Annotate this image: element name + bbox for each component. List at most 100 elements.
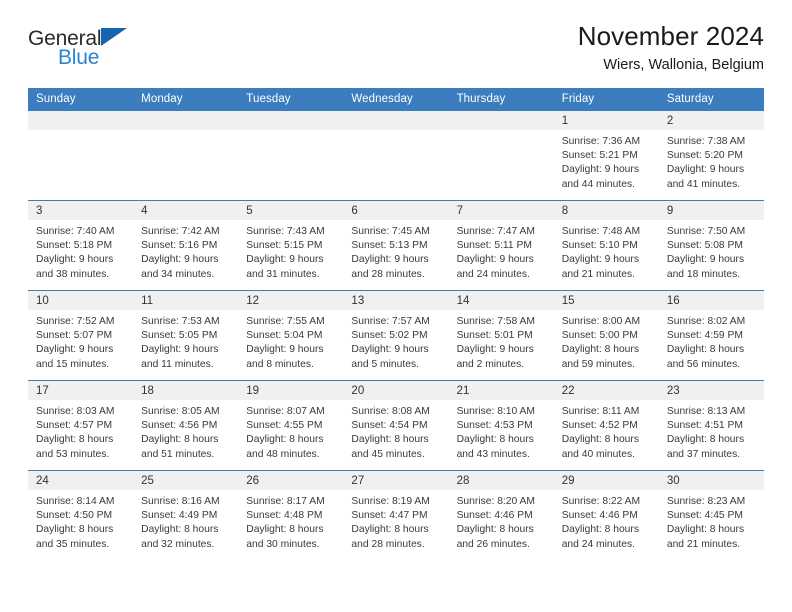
day-detail-sunset: Sunset: 4:52 PM xyxy=(561,420,638,432)
day-number: 15 xyxy=(553,291,659,310)
calendar-day-cell[interactable]: 22 Sunrise: 8:11 AM Sunset: 4:52 PM Dayligh… xyxy=(553,380,659,471)
day-detail-daylight-line2: and 32 minutes. xyxy=(141,538,215,550)
day-number xyxy=(28,111,134,130)
calendar-day-cell[interactable]: 21 Sunrise: 8:10 AM Sunset: 4:53 PM Dayligh… xyxy=(448,380,554,471)
calendar-day-cell[interactable]: 19 Sunrise: 8:07 AM Sunset: 4:55 PM Dayligh… xyxy=(238,380,344,471)
day-details: Sunrise: 8:11 AM Sunset: 4:52 PM Daylight:… xyxy=(554,400,659,462)
calendar-day-cell[interactable]: 7 Sunrise: 7:47 AM Sunset: 5:11 PM Daylight… xyxy=(448,200,554,291)
day-box: 15 Sunrise: 8:00 AM Sunset: 5:00 PM Dayligh… xyxy=(553,291,659,380)
day-detail-daylight-line2: and 56 minutes. xyxy=(666,358,741,370)
calendar-day-cell[interactable] xyxy=(343,111,449,201)
day-detail-sunrise: Sunrise: 7:40 AM xyxy=(36,226,115,237)
day-details xyxy=(238,130,343,135)
day-box: 1 Sunrise: 7:36 AM Sunset: 5:21 PM Daylight… xyxy=(553,111,659,200)
day-detail-sunrise: Sunrise: 8:11 AM xyxy=(561,406,640,417)
calendar-day-cell[interactable]: 25 Sunrise: 8:16 AM Sunset: 4:49 PM Dayligh… xyxy=(133,470,239,560)
day-detail-daylight-line2: and 38 minutes. xyxy=(36,268,110,280)
day-details: Sunrise: 7:38 AM Sunset: 5:20 PM Daylight:… xyxy=(659,130,764,192)
day-detail-daylight-line1: Daylight: 8 hours xyxy=(246,524,324,536)
calendar-day-cell[interactable]: 20 Sunrise: 8:08 AM Sunset: 4:54 PM Dayligh… xyxy=(343,380,449,471)
calendar-day-cell[interactable]: 11 Sunrise: 7:53 AM Sunset: 5:05 PM Dayligh… xyxy=(133,290,239,381)
day-detail-sunset: Sunset: 4:47 PM xyxy=(351,510,428,522)
calendar-day-cell[interactable]: 12 Sunrise: 7:55 AM Sunset: 5:04 PM Dayligh… xyxy=(238,290,344,381)
day-box: 6 Sunrise: 7:45 AM Sunset: 5:13 PM Daylight… xyxy=(343,201,449,290)
day-detail-sunrise: Sunrise: 8:19 AM xyxy=(351,496,430,507)
calendar-day-cell[interactable]: 2 Sunrise: 7:38 AM Sunset: 5:20 PM Daylight… xyxy=(658,111,764,201)
day-detail-sunrise: Sunrise: 7:38 AM xyxy=(666,136,746,147)
calendar-day-cell[interactable] xyxy=(238,111,344,201)
day-details: Sunrise: 7:42 AM Sunset: 5:16 PM Daylight:… xyxy=(133,220,238,282)
calendar-day-cell[interactable] xyxy=(28,111,134,201)
day-box: 17 Sunrise: 8:03 AM Sunset: 4:57 PM Dayligh… xyxy=(28,381,134,470)
day-number: 4 xyxy=(133,201,239,220)
calendar-day-cell[interactable]: 24 Sunrise: 8:14 AM Sunset: 4:50 PM Dayligh… xyxy=(28,470,134,560)
day-detail-daylight-line1: Daylight: 8 hours xyxy=(666,344,745,356)
weekday-header-sunday: Sunday xyxy=(28,88,134,111)
day-details: Sunrise: 7:47 AM Sunset: 5:11 PM Daylight:… xyxy=(449,220,554,282)
calendar-body: 1 Sunrise: 7:36 AM Sunset: 5:21 PM Daylight… xyxy=(28,111,764,560)
day-detail-sunset: Sunset: 4:57 PM xyxy=(36,420,113,432)
calendar-day-cell[interactable]: 29 Sunrise: 8:22 AM Sunset: 4:46 PM Dayligh… xyxy=(553,470,659,560)
day-detail-daylight-line2: and 24 minutes. xyxy=(456,268,530,280)
calendar-day-cell[interactable]: 3 Sunrise: 7:40 AM Sunset: 5:18 PM Daylight… xyxy=(28,200,134,291)
day-detail-sunrise: Sunrise: 8:23 AM xyxy=(666,496,746,507)
weekday-header-friday: Friday xyxy=(553,88,659,111)
day-detail-daylight-line1: Daylight: 9 hours xyxy=(561,164,639,176)
weekday-header-saturday: Saturday xyxy=(658,88,764,111)
calendar-day-cell[interactable]: 6 Sunrise: 7:45 AM Sunset: 5:13 PM Daylight… xyxy=(343,200,449,291)
day-detail-sunset: Sunset: 4:46 PM xyxy=(561,510,638,522)
day-box: 23 Sunrise: 8:13 AM Sunset: 4:51 PM Dayligh… xyxy=(658,381,764,470)
calendar-day-cell[interactable]: 30 Sunrise: 8:23 AM Sunset: 4:45 PM Dayligh… xyxy=(658,470,764,560)
calendar-day-cell[interactable]: 8 Sunrise: 7:48 AM Sunset: 5:10 PM Daylight… xyxy=(553,200,659,291)
day-detail-daylight-line2: and 44 minutes. xyxy=(561,178,635,190)
calendar-day-cell[interactable]: 1 Sunrise: 7:36 AM Sunset: 5:21 PM Daylight… xyxy=(553,111,659,201)
day-details: Sunrise: 8:19 AM Sunset: 4:47 PM Daylight:… xyxy=(343,490,448,552)
day-detail-sunset: Sunset: 4:51 PM xyxy=(666,420,743,432)
day-number: 14 xyxy=(448,291,554,310)
day-details: Sunrise: 8:07 AM Sunset: 4:55 PM Daylight:… xyxy=(238,400,343,462)
calendar-day-cell[interactable] xyxy=(133,111,239,201)
calendar-day-cell[interactable] xyxy=(448,111,554,201)
day-detail-sunrise: Sunrise: 8:20 AM xyxy=(456,496,535,507)
day-detail-sunrise: Sunrise: 7:42 AM xyxy=(141,226,220,237)
calendar-day-cell[interactable]: 26 Sunrise: 8:17 AM Sunset: 4:48 PM Dayligh… xyxy=(238,470,344,560)
calendar-day-cell[interactable]: 27 Sunrise: 8:19 AM Sunset: 4:47 PM Dayligh… xyxy=(343,470,449,560)
day-detail-daylight-line1: Daylight: 8 hours xyxy=(666,434,745,446)
weekday-header-tuesday: Tuesday xyxy=(238,88,344,111)
day-detail-daylight-line1: Daylight: 9 hours xyxy=(141,344,219,356)
day-detail-daylight-line2: and 31 minutes. xyxy=(246,268,320,280)
calendar-day-cell[interactable]: 13 Sunrise: 7:57 AM Sunset: 5:02 PM Dayligh… xyxy=(343,290,449,381)
day-detail-daylight-line2: and 41 minutes. xyxy=(666,178,741,190)
day-box: 21 Sunrise: 8:10 AM Sunset: 4:53 PM Dayligh… xyxy=(448,381,554,470)
day-detail-sunrise: Sunrise: 7:50 AM xyxy=(666,226,746,237)
calendar-day-cell[interactable]: 28 Sunrise: 8:20 AM Sunset: 4:46 PM Dayligh… xyxy=(448,470,554,560)
weekday-header-monday: Monday xyxy=(133,88,239,111)
calendar-day-cell[interactable]: 16 Sunrise: 8:02 AM Sunset: 4:59 PM Dayligh… xyxy=(658,290,764,381)
day-number xyxy=(133,111,239,130)
day-number: 6 xyxy=(343,201,449,220)
calendar-day-cell[interactable]: 4 Sunrise: 7:42 AM Sunset: 5:16 PM Daylight… xyxy=(133,200,239,291)
day-detail-sunset: Sunset: 5:02 PM xyxy=(351,330,428,342)
calendar-day-cell[interactable]: 17 Sunrise: 8:03 AM Sunset: 4:57 PM Dayligh… xyxy=(28,380,134,471)
calendar-day-cell[interactable]: 23 Sunrise: 8:13 AM Sunset: 4:51 PM Dayligh… xyxy=(658,380,764,471)
day-detail-daylight-line2: and 24 minutes. xyxy=(561,538,635,550)
calendar-day-cell[interactable]: 10 Sunrise: 7:52 AM Sunset: 5:07 PM Dayligh… xyxy=(28,290,134,381)
calendar-day-cell[interactable]: 15 Sunrise: 8:00 AM Sunset: 5:00 PM Dayligh… xyxy=(553,290,659,381)
day-detail-daylight-line2: and 21 minutes. xyxy=(561,268,635,280)
day-number: 29 xyxy=(553,471,659,490)
weekday-header-wednesday: Wednesday xyxy=(343,88,449,111)
day-details xyxy=(28,130,133,135)
title-block: November 2024 Wiers, Wallonia, Belgium xyxy=(578,21,764,74)
day-details: Sunrise: 7:57 AM Sunset: 5:02 PM Daylight:… xyxy=(343,310,448,372)
day-number: 24 xyxy=(28,471,134,490)
generalblue-logo[interactable]: General Blue xyxy=(28,22,148,74)
calendar-day-cell[interactable]: 18 Sunrise: 8:05 AM Sunset: 4:56 PM Dayligh… xyxy=(133,380,239,471)
day-box: 19 Sunrise: 8:07 AM Sunset: 4:55 PM Dayligh… xyxy=(238,381,344,470)
calendar-day-cell[interactable]: 14 Sunrise: 7:58 AM Sunset: 5:01 PM Dayligh… xyxy=(448,290,554,381)
calendar-day-cell[interactable]: 9 Sunrise: 7:50 AM Sunset: 5:08 PM Daylight… xyxy=(658,200,764,291)
day-box: 16 Sunrise: 8:02 AM Sunset: 4:59 PM Dayligh… xyxy=(658,291,764,380)
day-detail-sunset: Sunset: 5:01 PM xyxy=(456,330,533,342)
logo-text-blue: Blue xyxy=(58,46,100,69)
day-detail-daylight-line2: and 53 minutes. xyxy=(36,448,110,460)
calendar-day-cell[interactable]: 5 Sunrise: 7:43 AM Sunset: 5:15 PM Daylight… xyxy=(238,200,344,291)
